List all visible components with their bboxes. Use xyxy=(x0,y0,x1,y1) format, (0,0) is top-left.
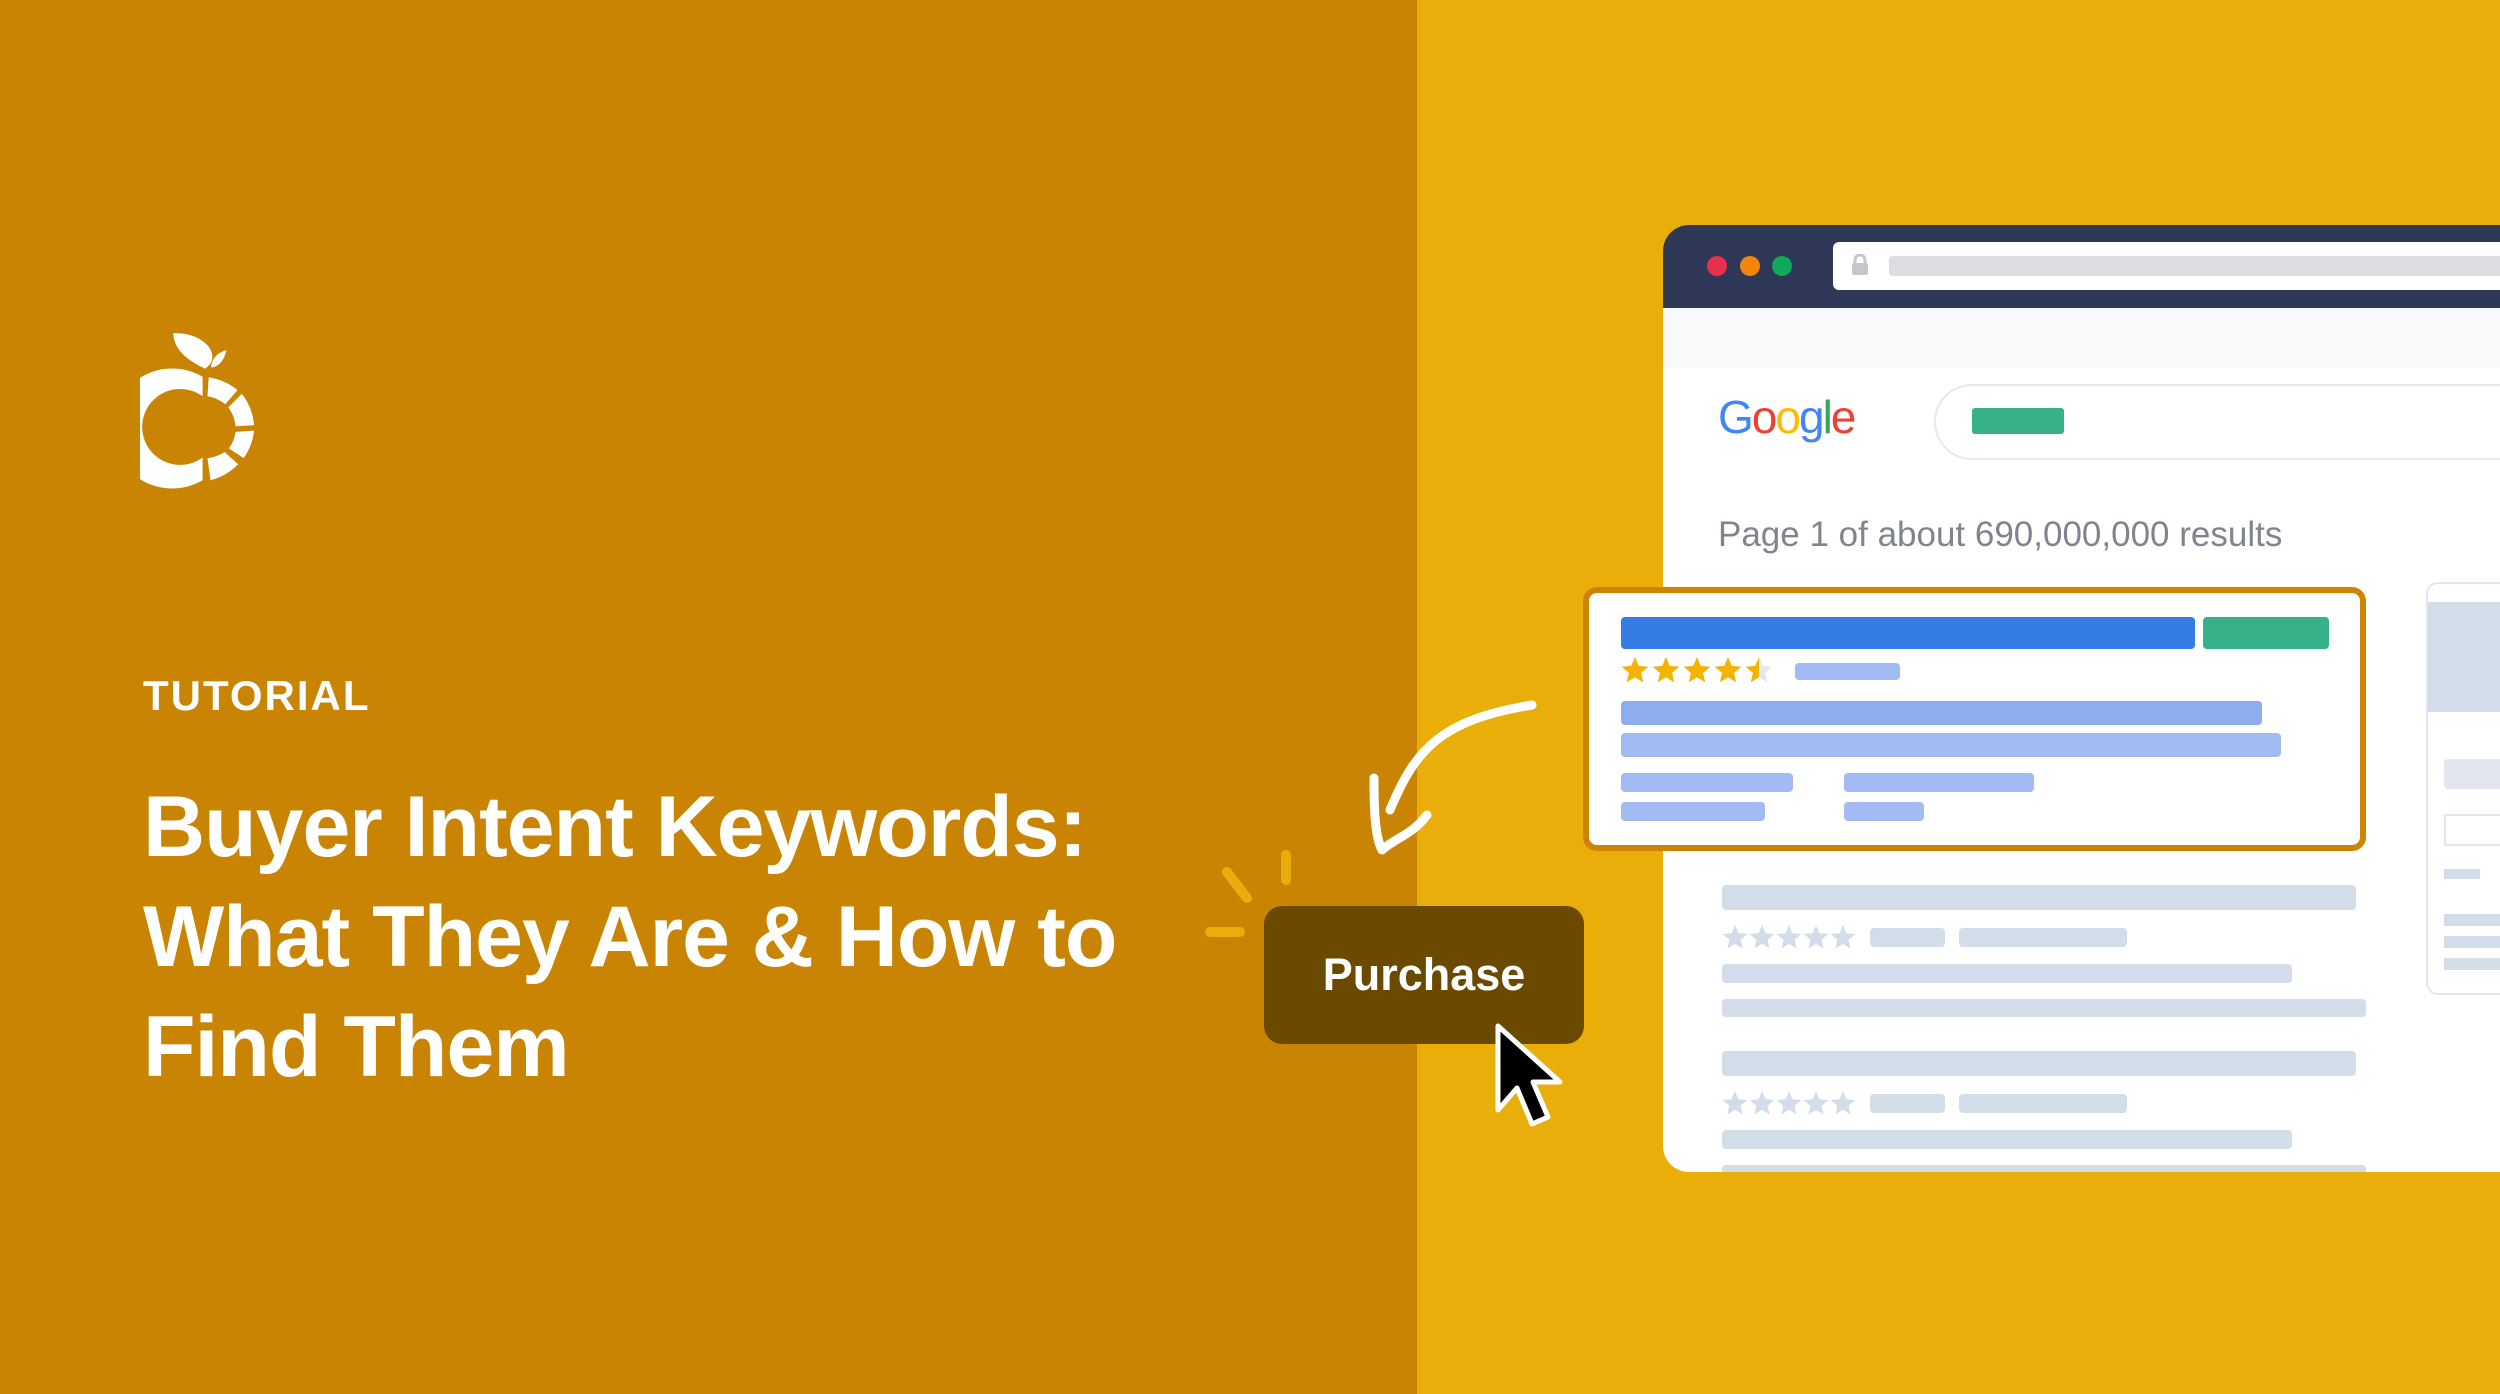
star-icon xyxy=(1830,1091,1856,1115)
star-filled-icon xyxy=(1683,657,1711,683)
star-filled-icon xyxy=(1621,657,1649,683)
rating-stars-gray xyxy=(1722,1091,1856,1115)
curved-arrow-icon xyxy=(1205,700,1537,937)
result-badge xyxy=(2203,617,2329,649)
category-label: TUTORIAL xyxy=(143,672,371,719)
url-placeholder xyxy=(1889,256,2500,276)
maximize-dot[interactable] xyxy=(1772,256,1792,276)
star-icon xyxy=(1722,925,1748,949)
lock-icon xyxy=(1852,254,1868,275)
search-input[interactable] xyxy=(1934,384,2500,460)
star-icon xyxy=(1803,925,1829,949)
orange-fruit-logo xyxy=(140,333,255,489)
close-dot[interactable] xyxy=(1707,256,1727,276)
title-line: What They Are & How to xyxy=(143,889,1117,985)
results-count: Page 1 of about 690,000,000 results xyxy=(1718,515,2283,554)
star-icon xyxy=(1722,1091,1748,1115)
map-thumbnail xyxy=(2428,602,2500,712)
address-bar[interactable] xyxy=(1833,242,2500,290)
mouse-pointer-icon xyxy=(1495,1023,1563,1127)
result-title-bar[interactable] xyxy=(1621,617,2195,649)
star-icon xyxy=(1776,925,1802,949)
knowledge-panel xyxy=(2426,582,2500,995)
star-icon xyxy=(1776,1091,1802,1115)
search-query-placeholder xyxy=(1972,408,2064,434)
logo-ring-left xyxy=(140,368,203,489)
star-icon xyxy=(1749,1091,1775,1115)
page-title: Buyer Intent Keywords: What They Are & H… xyxy=(143,772,1243,1102)
star-icon xyxy=(1830,925,1856,949)
rating-stars-gray xyxy=(1722,925,1856,949)
browser-toolbar xyxy=(1663,308,2500,368)
star-icon xyxy=(1803,1091,1829,1115)
leaf-small-icon xyxy=(211,350,227,368)
minimize-dot[interactable] xyxy=(1740,256,1760,276)
star-filled-icon xyxy=(1714,657,1742,683)
featured-result-card[interactable] xyxy=(1583,587,2366,851)
google-logo: Google xyxy=(1718,391,1856,443)
browser-title-bar xyxy=(1663,225,2500,308)
title-line: Buyer Intent Keywords: xyxy=(143,779,1087,875)
title-line: Find Them xyxy=(143,999,570,1095)
leaf-large-icon xyxy=(173,333,213,369)
rating-stars xyxy=(1621,657,1771,683)
star-icon xyxy=(1749,925,1775,949)
star-filled-icon xyxy=(1652,657,1680,683)
